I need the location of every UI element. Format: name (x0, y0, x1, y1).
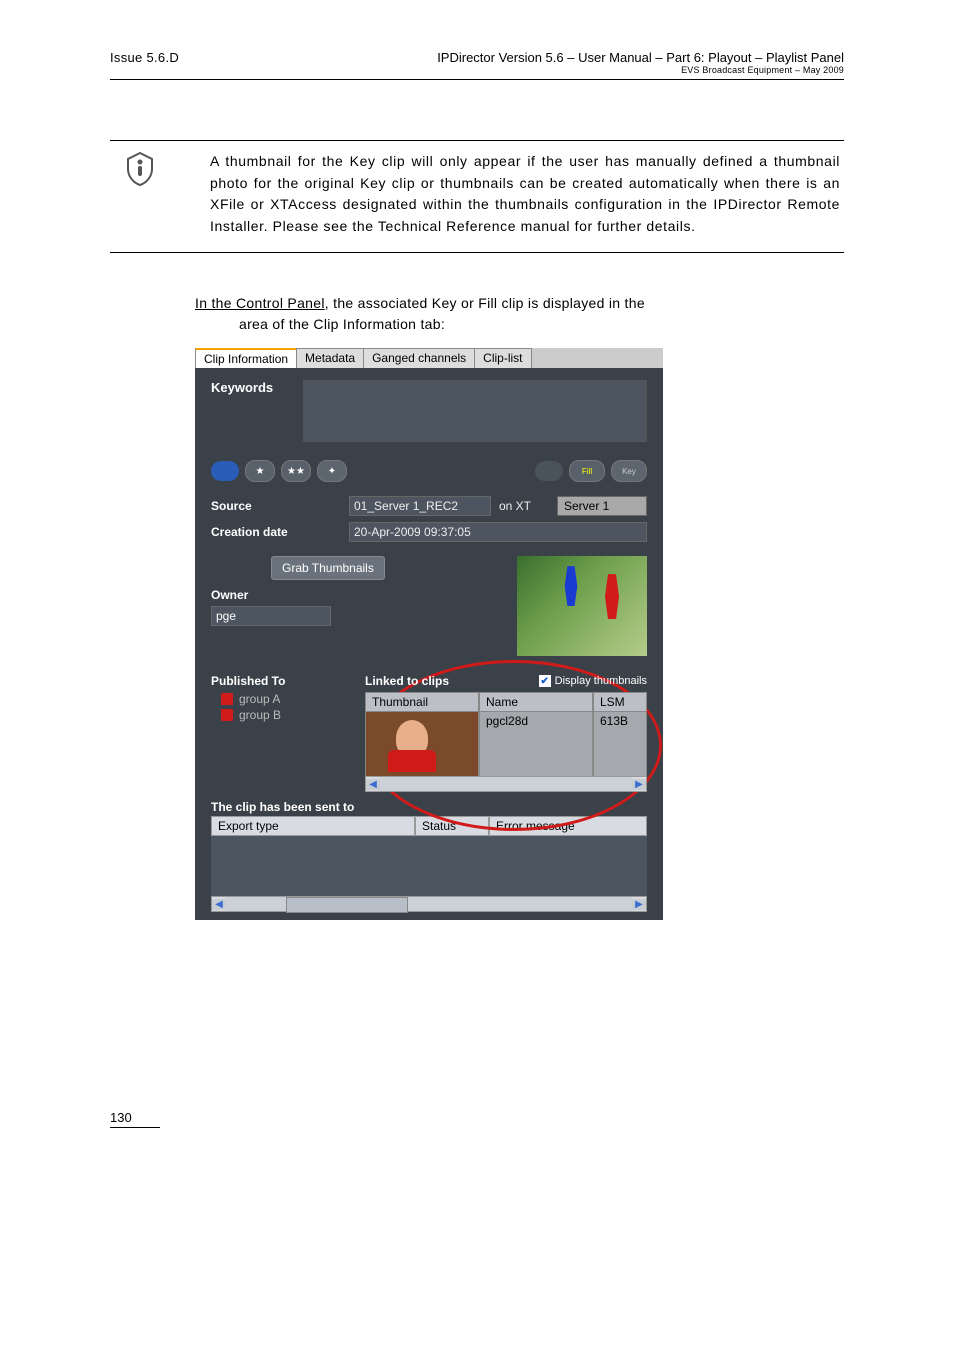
control-panel-screenshot: Clip Information Metadata Ganged channel… (195, 348, 663, 920)
body-paragraph: In the Control Panel, the associated Key… (195, 293, 844, 336)
note-block: A thumbnail for the Key clip will only a… (110, 140, 844, 253)
source-label: Source (211, 499, 341, 513)
published-to-label: Published To (211, 674, 353, 688)
pill-icon-dark[interactable] (535, 461, 563, 481)
tab-clip-list[interactable]: Clip-list (474, 348, 531, 368)
pill-icon-blue[interactable] (211, 461, 239, 481)
scroll-left-icon[interactable]: ◀ (366, 779, 380, 790)
creation-date-value: 20-Apr-2009 09:37:05 (349, 522, 647, 542)
display-thumbnails-checkbox[interactable]: ✔ Display thumbnails (539, 675, 647, 687)
linked-row-thumbnail (365, 712, 479, 776)
linked-row-lsm: 613B (593, 712, 647, 776)
fill-icon[interactable]: Fill (569, 460, 605, 482)
header-title: IPDirector Version 5.6 – User Manual – P… (437, 50, 844, 65)
keywords-box[interactable] (303, 380, 647, 442)
keywords-label: Keywords (211, 380, 273, 395)
pill-icon-star1[interactable]: ★ (245, 460, 275, 482)
creation-date-label: Creation date (211, 525, 341, 539)
clip-thumbnail (517, 556, 647, 656)
page-number: 130 (110, 1110, 160, 1128)
header-issue: Issue 5.6.D (110, 50, 179, 75)
sent-to-label: The clip has been sent to (211, 800, 647, 814)
tab-clip-information[interactable]: Clip Information (195, 348, 297, 368)
body-indent-line: area of the Clip Information tab: (195, 314, 844, 336)
body-lead-rest: , the associated Key or Fill clip is dis… (325, 295, 645, 311)
pill-icon-star2[interactable]: ★★ (281, 460, 311, 482)
onxt-label: on XT (499, 499, 549, 513)
body-lead-underlined: In the Control Panel (195, 295, 325, 311)
linked-row-name: pgcl28d (479, 712, 593, 776)
source-value: 01_Server 1_REC2 (349, 496, 491, 516)
grab-thumbnails-button[interactable]: Grab Thumbnails (271, 556, 385, 580)
linked-scrollbar[interactable]: ◀ ▶ (365, 776, 647, 792)
sent-scrollbar[interactable]: ◀ ▶ (211, 896, 647, 912)
sent-col-status: Status (415, 816, 489, 836)
key-icon[interactable]: Key (611, 460, 647, 482)
icon-row: ★ ★★ ✦ Fill Key (211, 460, 647, 482)
note-text: A thumbnail for the Key clip will only a… (180, 151, 844, 238)
sent-col-error: Error message (489, 816, 647, 836)
scroll-right-icon[interactable]: ▶ (632, 779, 646, 790)
tab-ganged-channels[interactable]: Ganged channels (363, 348, 475, 368)
owner-label: Owner (211, 588, 505, 602)
page-header: Issue 5.6.D IPDirector Version 5.6 – Use… (110, 50, 844, 80)
scroll-right-icon[interactable]: ▶ (632, 899, 646, 910)
display-thumbnails-label: Display thumbnails (555, 675, 647, 687)
note-icon (110, 151, 160, 192)
group-b[interactable]: group B (211, 708, 353, 722)
linked-col-lsm: LSM (593, 692, 647, 712)
sent-table-body (211, 836, 647, 896)
tab-strip: Clip Information Metadata Ganged channel… (195, 348, 663, 368)
owner-value: pge (211, 606, 331, 626)
group-a[interactable]: group A (211, 692, 353, 706)
linked-to-clips-label: Linked to clips (365, 674, 449, 688)
linked-col-name: Name (479, 692, 593, 712)
checkbox-icon: ✔ (539, 675, 551, 687)
linked-row[interactable]: pgcl28d 613B (365, 712, 647, 776)
linked-col-thumbnail: Thumbnail (365, 692, 479, 712)
scroll-left-icon[interactable]: ◀ (212, 899, 226, 910)
tab-metadata[interactable]: Metadata (296, 348, 364, 368)
pill-icon-star3[interactable]: ✦ (317, 460, 347, 482)
header-subtitle: EVS Broadcast Equipment – May 2009 (437, 65, 844, 75)
sent-col-export-type: Export type (211, 816, 415, 836)
server-button[interactable]: Server 1 (557, 496, 647, 516)
